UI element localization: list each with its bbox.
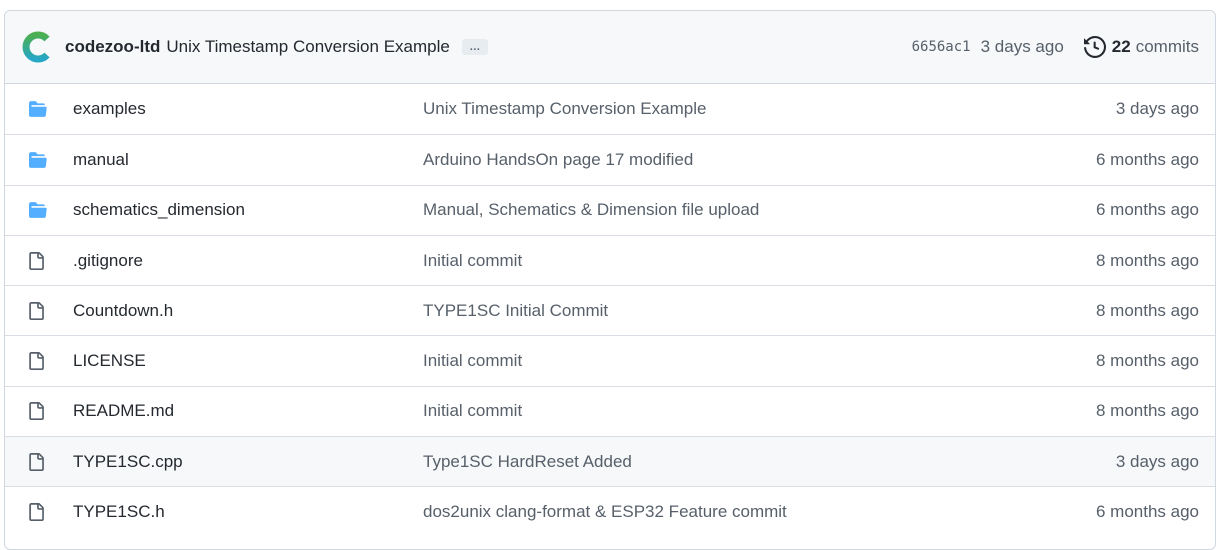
latest-commit-message[interactable]: Unix Timestamp Conversion Example xyxy=(166,37,449,57)
commit-time: 8 months ago xyxy=(1095,300,1199,320)
commit-sha-link[interactable]: 6656ac1 xyxy=(912,39,971,55)
file-icon xyxy=(27,351,51,371)
commit-message-link[interactable]: Arduino HandsOn page 17 modified xyxy=(423,150,1096,170)
file-row[interactable]: README.md Initial commit 8 months ago xyxy=(5,385,1215,436)
file-icon xyxy=(27,502,51,522)
file-name-link[interactable]: README.md xyxy=(73,401,423,421)
file-name-link[interactable]: LICENSE xyxy=(73,351,423,371)
folder-name-link[interactable]: schematics_dimension xyxy=(73,200,423,220)
file-list: examples Unix Timestamp Conversion Exampl… xyxy=(5,84,1215,537)
commit-time: 8 months ago xyxy=(1095,401,1199,421)
file-row[interactable]: examples Unix Timestamp Conversion Exampl… xyxy=(5,84,1215,134)
file-name-link[interactable]: .gitignore xyxy=(73,251,423,271)
commits-label: commits xyxy=(1135,37,1199,56)
file-icon xyxy=(27,452,51,472)
author-avatar[interactable] xyxy=(21,31,53,63)
folder-icon xyxy=(27,200,51,220)
commit-message-link[interactable]: Initial commit xyxy=(423,251,1096,271)
commit-age: 3 days ago xyxy=(980,37,1064,56)
commit-time: 8 months ago xyxy=(1095,351,1199,371)
file-row[interactable]: TYPE1SC.cpp Type1SC HardReset Added 3 days… xyxy=(5,436,1215,487)
commit-time: 8 months ago xyxy=(1095,250,1199,270)
file-name-link[interactable]: TYPE1SC.h xyxy=(73,502,423,522)
latest-commit-bar: codezoo-ltd Unix Timestamp Conversion Ex… xyxy=(5,11,1215,84)
folder-name-link[interactable]: manual xyxy=(73,150,423,170)
commit-count: 22 xyxy=(1111,37,1131,56)
commit-message-link[interactable]: TYPE1SC Initial Commit xyxy=(423,301,1096,321)
file-name-link[interactable]: TYPE1SC.cpp xyxy=(73,452,423,472)
file-icon xyxy=(27,251,51,271)
file-name-link[interactable]: Countdown.h xyxy=(73,301,423,321)
file-row[interactable]: LICENSE Initial commit 8 months ago xyxy=(5,335,1215,385)
history-icon xyxy=(1083,36,1106,58)
commit-message-link[interactable]: Type1SC HardReset Added xyxy=(423,452,1116,472)
commit-history-link[interactable]: 22 commits xyxy=(1083,36,1199,58)
file-row[interactable]: manual Arduino HandsOn page 17 modified 6 … xyxy=(5,134,1215,184)
commit-message-link[interactable]: Initial commit xyxy=(423,401,1096,421)
folder-icon xyxy=(27,150,51,170)
expand-commit-button[interactable]: … xyxy=(461,39,488,55)
file-row[interactable]: TYPE1SC.h dos2unix clang-format & ESP32 F… xyxy=(5,486,1215,536)
commit-time: 6 months ago xyxy=(1095,149,1199,169)
commit-message-link[interactable]: Manual, Schematics & Dimension file uplo… xyxy=(423,200,1096,220)
file-row[interactable]: Countdown.h TYPE1SC Initial Commit 8 month… xyxy=(5,285,1215,335)
commit-message-link[interactable]: Initial commit xyxy=(423,351,1096,371)
file-icon xyxy=(27,401,51,421)
commit-time: 6 months ago xyxy=(1095,502,1199,522)
commit-time: 3 days ago xyxy=(1115,99,1199,119)
file-browser: codezoo-ltd Unix Timestamp Conversion Ex… xyxy=(4,10,1216,550)
file-icon xyxy=(27,301,51,321)
commit-message-link[interactable]: dos2unix clang-format & ESP32 Feature co… xyxy=(423,502,1096,522)
commit-time: 3 days ago xyxy=(1115,451,1199,471)
commit-author-link[interactable]: codezoo-ltd xyxy=(65,37,160,57)
commit-message-link[interactable]: Unix Timestamp Conversion Example xyxy=(423,99,1116,119)
folder-name-link[interactable]: examples xyxy=(73,99,423,119)
file-row[interactable]: schematics_dimension Manual, Schematics &… xyxy=(5,184,1215,235)
file-row[interactable]: .gitignore Initial commit 8 months ago xyxy=(5,234,1215,285)
folder-icon xyxy=(27,99,51,119)
commit-time: 6 months ago xyxy=(1095,200,1199,220)
